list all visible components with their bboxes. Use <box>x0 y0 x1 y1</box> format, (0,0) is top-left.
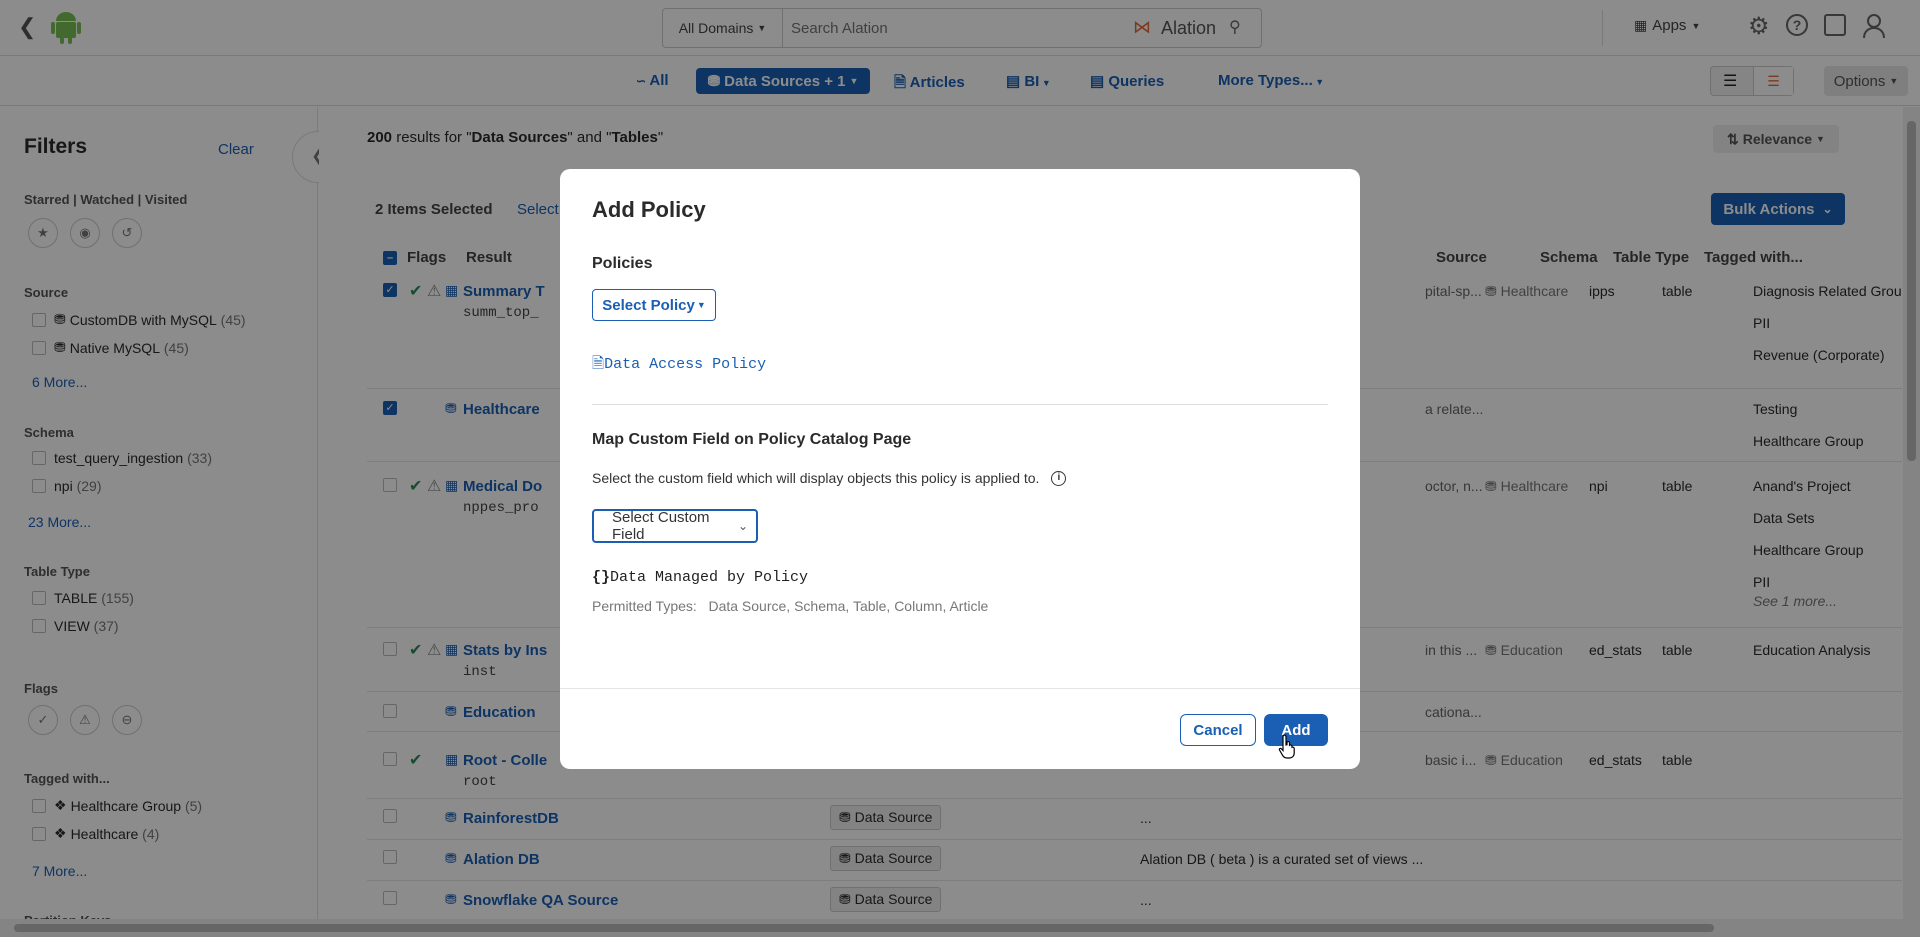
add-policy-modal: Add Policy Policies Select Policy ▼ 🗎Data… <box>560 169 1360 769</box>
custom-field-name-label: Data Managed by Policy <box>610 569 809 586</box>
policy-icon: 🗎 <box>592 356 605 373</box>
chevron-down-icon: ⌄ <box>737 519 748 533</box>
map-field-description: Select the custom field which will displ… <box>592 470 1067 486</box>
cancel-button[interactable]: Cancel <box>1180 714 1256 746</box>
chevron-down-icon: ▼ <box>696 300 706 310</box>
policies-label: Policies <box>592 255 653 272</box>
select-policy-label: Select Policy <box>602 296 695 314</box>
custom-field-name: {}Data Managed by Policy <box>592 569 808 586</box>
permitted-types: Permitted Types: Data Source, Schema, Ta… <box>592 598 988 614</box>
info-icon[interactable]: i <box>1051 470 1067 486</box>
modal-title: Add Policy <box>592 197 706 222</box>
policy-link[interactable]: 🗎Data Access Policy <box>592 353 766 378</box>
divider <box>592 404 1328 405</box>
map-field-title: Map Custom Field on Policy Catalog Page <box>592 431 912 448</box>
braces-icon: {} <box>592 569 611 586</box>
map-field-description-text: Select the custom field which will displ… <box>592 470 1040 486</box>
select-policy-button[interactable]: Select Policy ▼ <box>592 289 716 321</box>
mouse-cursor-icon <box>1278 734 1295 759</box>
select-custom-field-dropdown[interactable]: Select Custom Field ⌄ <box>592 509 758 543</box>
select-custom-field-label: Select Custom Field <box>612 509 710 543</box>
modal-footer-divider <box>560 688 1360 689</box>
policy-link-label: Data Access Policy <box>604 356 767 373</box>
permitted-types-label: Permitted Types: <box>592 598 697 614</box>
permitted-types-value: Data Source, Schema, Table, Column, Arti… <box>708 598 989 614</box>
